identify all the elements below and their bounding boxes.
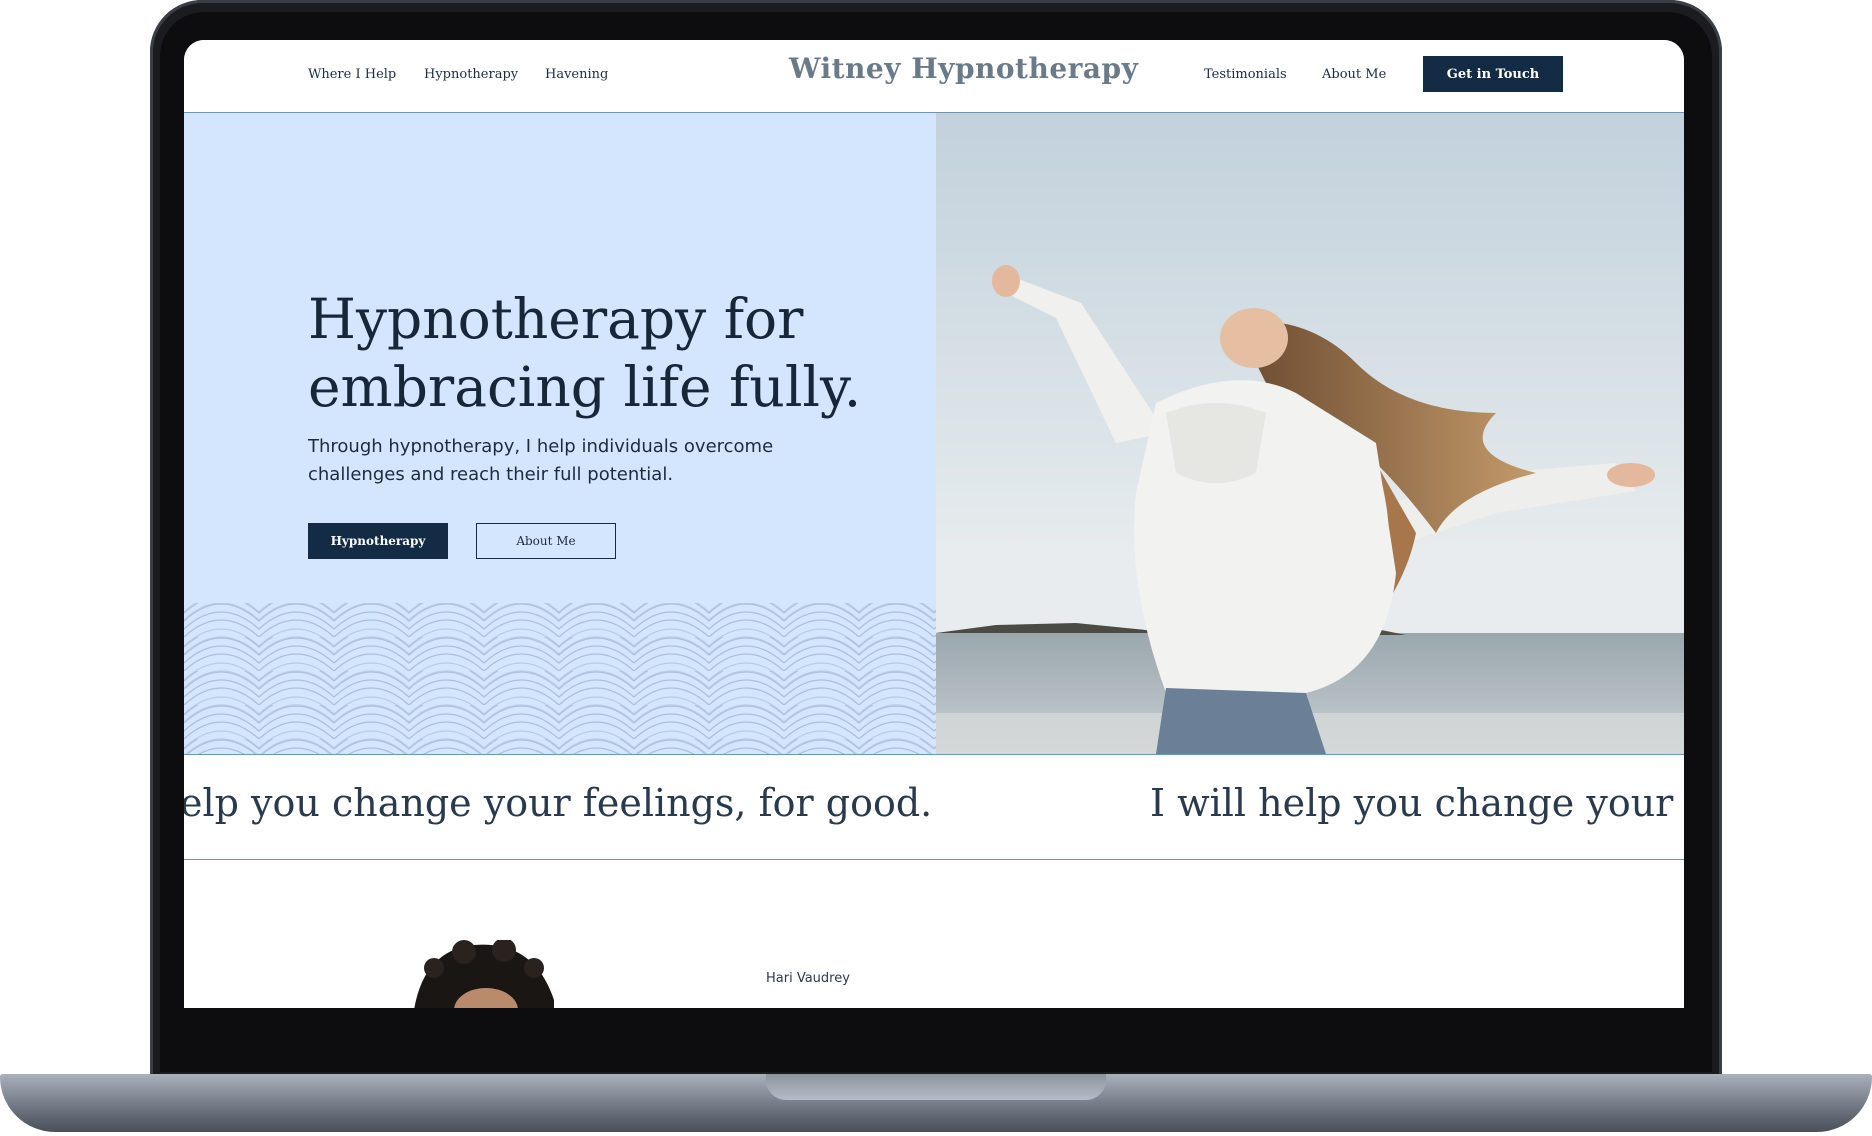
hero-title-line1: Hypnotherapy for: [308, 287, 804, 351]
person-name: Hari Vaudrey: [766, 971, 850, 986]
about-me-button[interactable]: About Me: [476, 523, 616, 559]
laptop-notch: [766, 1074, 1106, 1100]
nav-havening[interactable]: Havening: [545, 67, 608, 82]
browser-screen: Where I Help Hypnotherapy Havening Witne…: [184, 40, 1684, 1008]
marquee-text-segment: I will help you change your fee: [1150, 781, 1684, 825]
about-section: Hari Vaudrey: [184, 860, 1684, 1008]
wave-pattern: [184, 603, 936, 754]
portrait-photo: [414, 940, 554, 1008]
hero-subtitle: Through hypnotherapy, I help individuals…: [308, 433, 808, 489]
site-logo[interactable]: Witney Hypnotherapy: [789, 52, 1138, 85]
hero-text-panel: Hypnotherapy for embracing life fully. T…: [184, 113, 936, 754]
marquee-text-segment: elp you change your feelings, for good.: [184, 781, 933, 825]
nav-testimonials[interactable]: Testimonials: [1204, 67, 1287, 82]
nav-where-i-help[interactable]: Where I Help: [308, 67, 396, 82]
nav-hypnotherapy[interactable]: Hypnotherapy: [424, 67, 518, 82]
hero-title: Hypnotherapy for embracing life fully.: [308, 285, 908, 421]
site-header: Where I Help Hypnotherapy Havening Witne…: [184, 40, 1684, 113]
marquee-band: elp you change your feelings, for good. …: [184, 754, 1684, 860]
hero-title-line2: embracing life fully.: [308, 355, 862, 419]
hero-subtitle-line1: Through hypnotherapy, I help individuals…: [308, 436, 774, 457]
get-in-touch-button[interactable]: Get in Touch: [1423, 56, 1563, 92]
nav-about-me[interactable]: About Me: [1322, 67, 1386, 82]
hero-subtitle-line2: challenges and reach their full potentia…: [308, 464, 674, 485]
hypnotherapy-button[interactable]: Hypnotherapy: [308, 523, 448, 559]
hero-photo: [936, 113, 1684, 754]
